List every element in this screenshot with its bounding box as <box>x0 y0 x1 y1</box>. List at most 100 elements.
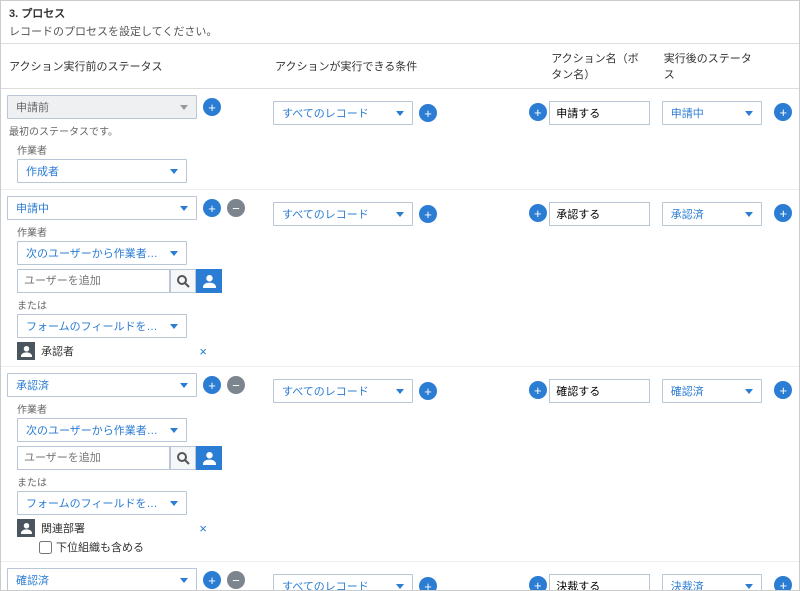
action-name-input[interactable] <box>549 574 650 591</box>
add-status-button[interactable]: + <box>203 199 221 217</box>
status-label: 申請前 <box>16 99 49 115</box>
chevron-down-icon <box>170 428 178 433</box>
add-form-field-label: フォームのフィールドを追加 <box>26 318 164 334</box>
add-status-button[interactable]: + <box>203 376 221 394</box>
add-branch-button[interactable]: + <box>529 381 547 399</box>
header-before-status: アクション実行前のステータス <box>1 44 267 89</box>
add-form-field-label: フォームのフィールドを追加 <box>26 495 164 511</box>
add-branch-button[interactable]: + <box>529 204 547 222</box>
search-button[interactable] <box>170 446 196 470</box>
org-picker-button[interactable] <box>196 269 222 293</box>
status-dropdown[interactable]: 承認済 <box>7 373 197 397</box>
chevron-down-icon <box>396 111 404 116</box>
add-row-button[interactable]: + <box>774 576 792 591</box>
after-status-label: 決裁済 <box>671 578 704 591</box>
header-after-status: 実行後のステータス <box>656 44 769 89</box>
worker-select-dropdown[interactable]: 次のユーザーから作業者を選択 <box>17 418 187 442</box>
remove-status-button[interactable]: − <box>227 571 245 589</box>
add-condition-button[interactable]: + <box>419 104 437 122</box>
worker-select-label: 次のユーザーから作業者を選択 <box>26 245 164 261</box>
initial-status-note: 最初のステータスです。 <box>9 123 261 138</box>
status-dropdown[interactable]: 申請中 <box>7 196 197 220</box>
include-subordinate-checkbox[interactable] <box>39 541 52 554</box>
add-form-field-dropdown[interactable]: フォームのフィールドを追加 <box>17 314 187 338</box>
add-row-button[interactable]: + <box>774 381 792 399</box>
condition-dropdown[interactable]: すべてのレコード <box>273 202 413 226</box>
chevron-down-icon <box>745 389 753 394</box>
after-status-label: 確認済 <box>671 383 704 399</box>
chevron-down-icon <box>745 212 753 217</box>
chevron-down-icon <box>180 206 188 211</box>
after-status-label: 申請中 <box>671 105 704 121</box>
person-icon <box>17 519 35 537</box>
add-status-button[interactable]: + <box>203 98 221 116</box>
chevron-down-icon <box>170 501 178 506</box>
include-subordinate-label: 下位組織も含める <box>56 539 144 555</box>
add-branch-button[interactable]: + <box>529 103 547 121</box>
add-user-input[interactable] <box>17 446 170 470</box>
chevron-down-icon <box>170 251 178 256</box>
condition-dropdown[interactable]: すべてのレコード <box>273 101 413 125</box>
worker-tag-label: 承認者 <box>41 343 74 359</box>
chevron-down-icon <box>745 584 753 589</box>
chevron-down-icon <box>396 389 404 394</box>
add-condition-button[interactable]: + <box>419 382 437 400</box>
remove-tag-button[interactable]: × <box>199 521 207 536</box>
action-name-input[interactable] <box>549 202 650 226</box>
after-status-dropdown[interactable]: 申請中 <box>662 101 762 125</box>
remove-status-button[interactable]: − <box>227 376 245 394</box>
worker-label: 作業者 <box>17 224 261 239</box>
add-row-button[interactable]: + <box>774 103 792 121</box>
add-form-field-dropdown[interactable]: フォームのフィールドを追加 <box>17 491 187 515</box>
chevron-down-icon <box>180 578 188 583</box>
worker-label: 作業者 <box>17 401 261 416</box>
search-button[interactable] <box>170 269 196 293</box>
chevron-down-icon <box>180 383 188 388</box>
section-subtitle: レコードのプロセスを設定してください。 <box>9 23 791 39</box>
condition-label: すべてのレコード <box>282 383 369 399</box>
worker-dropdown[interactable]: 作成者 <box>17 159 187 183</box>
status-label: 確認済 <box>16 572 49 588</box>
remove-status-button[interactable]: − <box>227 199 245 217</box>
add-user-input[interactable] <box>17 269 170 293</box>
worker-label: 作業者 <box>17 142 261 157</box>
or-label: または <box>17 297 261 312</box>
or-label: または <box>17 474 261 489</box>
remove-tag-button[interactable]: × <box>199 344 207 359</box>
worker-tag-label: 関連部署 <box>41 520 85 536</box>
status-label: 申請中 <box>16 200 49 216</box>
condition-dropdown[interactable]: すべてのレコード <box>273 379 413 403</box>
org-picker-button[interactable] <box>196 446 222 470</box>
add-condition-button[interactable]: + <box>419 577 437 591</box>
add-branch-button[interactable]: + <box>529 576 547 591</box>
action-name-input[interactable] <box>549 101 650 125</box>
condition-label: すべてのレコード <box>282 578 369 591</box>
chevron-down-icon <box>396 212 404 217</box>
worker-select-dropdown[interactable]: 次のユーザーから作業者を選択 <box>17 241 187 265</box>
chevron-down-icon <box>745 111 753 116</box>
status-label: 承認済 <box>16 377 49 393</box>
chevron-down-icon <box>396 584 404 589</box>
condition-dropdown[interactable]: すべてのレコード <box>273 574 413 591</box>
after-status-dropdown[interactable]: 確認済 <box>662 379 762 403</box>
header-condition: アクションが実行できる条件 <box>267 44 523 89</box>
add-row-button[interactable]: + <box>774 204 792 222</box>
condition-label: すべてのレコード <box>282 105 369 121</box>
person-icon <box>17 342 35 360</box>
header-action-name: アクション名（ボタン名） <box>543 44 656 89</box>
worker-select-label: 次のユーザーから作業者を選択 <box>26 422 164 438</box>
condition-label: すべてのレコード <box>282 206 369 222</box>
section-title: 3. プロセス <box>9 5 791 21</box>
after-status-label: 承認済 <box>671 206 704 222</box>
status-dropdown[interactable]: 確認済 <box>7 568 197 591</box>
chevron-down-icon <box>170 324 178 329</box>
action-name-input[interactable] <box>549 379 650 403</box>
chevron-down-icon <box>170 169 178 174</box>
status-dropdown[interactable]: 申請前 <box>7 95 197 119</box>
add-status-button[interactable]: + <box>203 571 221 589</box>
after-status-dropdown[interactable]: 承認済 <box>662 202 762 226</box>
add-condition-button[interactable]: + <box>419 205 437 223</box>
worker-value: 作成者 <box>26 163 59 179</box>
after-status-dropdown[interactable]: 決裁済 <box>662 574 762 591</box>
chevron-down-icon <box>180 105 188 110</box>
